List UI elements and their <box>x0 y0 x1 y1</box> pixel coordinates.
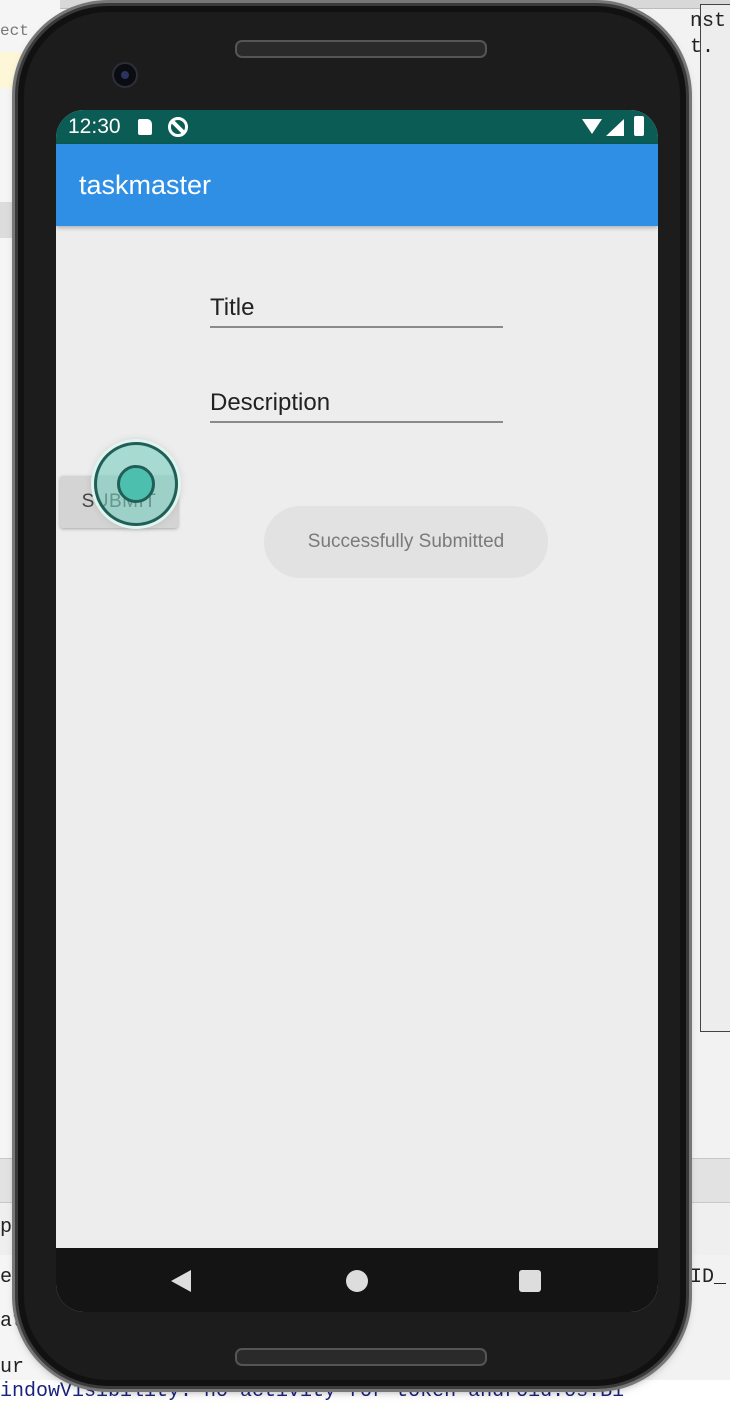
ide-log-text: ur <box>0 1356 25 1379</box>
battery-icon <box>634 116 644 136</box>
home-icon[interactable] <box>346 1270 368 1292</box>
recents-icon[interactable] <box>519 1270 541 1292</box>
device-screen: 12:30 taskmaster Title Description SUBMI… <box>56 110 658 1312</box>
ide-code-text: t. <box>690 36 715 59</box>
ide-right-panel <box>700 4 730 1032</box>
earpiece-speaker <box>235 40 487 58</box>
touch-indicator <box>94 442 178 526</box>
ide-log-text: p <box>0 1216 13 1239</box>
phone-bezel: 12:30 taskmaster Title Description SUBMI… <box>24 12 680 1380</box>
back-icon[interactable] <box>171 1270 191 1292</box>
front-camera-icon <box>112 62 138 88</box>
ide-log-text: e <box>0 1266 13 1289</box>
title-field[interactable]: Title <box>210 286 503 328</box>
navigation-bar <box>56 1248 658 1312</box>
signal-icon <box>606 119 624 136</box>
description-hint: Description <box>210 389 331 416</box>
status-bar: 12:30 <box>56 110 658 144</box>
ide-left-text: ect <box>0 22 29 40</box>
bottom-speaker <box>235 1348 487 1366</box>
sd-card-icon <box>138 119 152 135</box>
ide-code-text: nst <box>690 10 727 33</box>
phone-frame: 12:30 taskmaster Title Description SUBMI… <box>18 6 686 1386</box>
ide-code-text: ID_ <box>690 1266 727 1289</box>
sync-icon <box>168 117 188 137</box>
wifi-icon <box>582 119 602 134</box>
title-hint: Title <box>210 294 255 321</box>
description-field[interactable]: Description <box>210 381 503 423</box>
status-time: 12:30 <box>68 115 121 138</box>
toast-message: Successfully Submitted <box>264 506 548 578</box>
touch-indicator-core <box>117 465 155 503</box>
app-title: taskmaster <box>79 170 212 200</box>
app-bar: taskmaster <box>56 144 658 226</box>
